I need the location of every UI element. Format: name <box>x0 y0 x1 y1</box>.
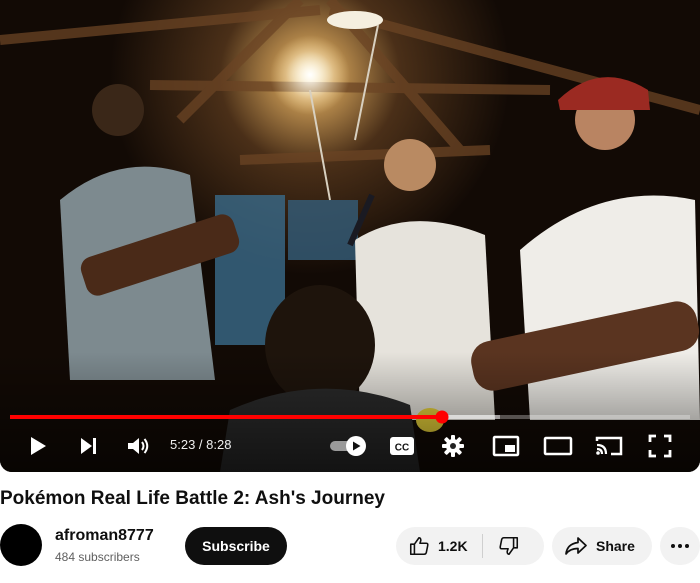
progress-played <box>10 415 443 419</box>
channel-name[interactable]: afroman8777 <box>55 527 154 545</box>
mute-button[interactable] <box>123 428 153 464</box>
captions-button[interactable]: CC <box>387 428 417 464</box>
miniplayer-button[interactable] <box>490 428 522 464</box>
progress-scrubber[interactable] <box>435 410 449 424</box>
cast-icon <box>595 436 623 456</box>
volume-icon <box>128 438 149 454</box>
fullscreen-button[interactable] <box>645 428 675 464</box>
video-title: Pokémon Real Life Battle 2: Ash's Journe… <box>0 488 385 509</box>
settings-gear-icon <box>442 435 464 457</box>
subscribe-button[interactable]: Subscribe <box>185 527 287 565</box>
channel-avatar[interactable] <box>0 524 42 566</box>
like-dislike-group: 1.2K <box>396 527 544 565</box>
autoplay-toggle-icon <box>330 436 366 456</box>
thumbs-up-icon <box>409 536 429 556</box>
time-display: 5:23 / 8:28 <box>170 437 232 452</box>
theater-mode-button[interactable] <box>541 428 575 464</box>
captions-icon: CC <box>390 437 414 455</box>
autoplay-toggle[interactable] <box>327 428 369 464</box>
captions-label: CC <box>395 443 409 454</box>
cast-button[interactable] <box>592 428 626 464</box>
settings-button[interactable] <box>438 428 468 464</box>
video-player[interactable]: 5:23 / 8:28 CC <box>0 0 700 472</box>
more-actions-button[interactable] <box>660 527 700 565</box>
subscriber-count: 484 subscribers <box>55 550 140 564</box>
next-button[interactable] <box>73 428 103 464</box>
thumbs-down-icon <box>499 536 518 556</box>
share-label: Share <box>596 538 635 554</box>
fullscreen-icon <box>648 434 672 458</box>
next-icon <box>81 438 96 454</box>
miniplayer-icon <box>492 435 520 457</box>
theater-mode-icon <box>543 436 573 456</box>
like-count: 1.2K <box>438 538 468 554</box>
progress-bar[interactable] <box>10 410 690 424</box>
play-icon <box>31 437 46 455</box>
share-arrow-icon <box>565 537 587 555</box>
play-button[interactable] <box>22 428 52 464</box>
more-dots-icon <box>671 544 689 548</box>
share-button[interactable]: Share <box>552 527 652 565</box>
like-button[interactable]: 1.2K <box>396 527 482 565</box>
dislike-button[interactable] <box>483 527 535 565</box>
